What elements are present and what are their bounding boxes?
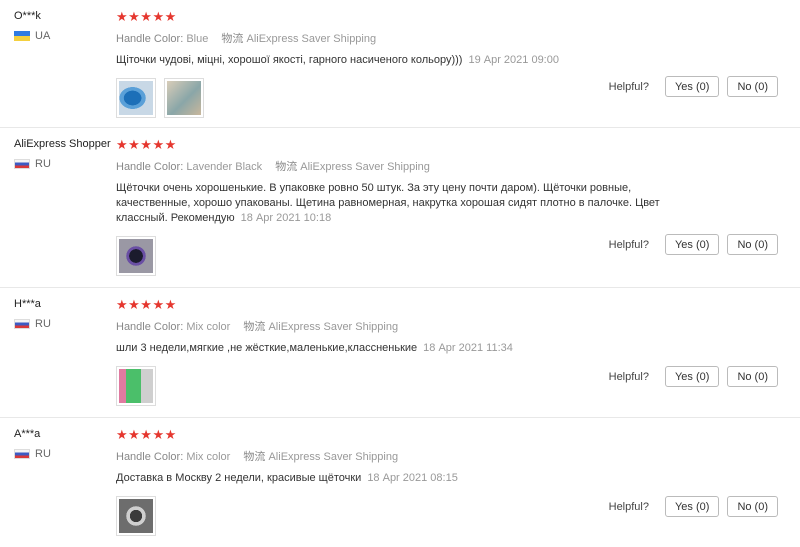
attr-value: Mix color	[186, 321, 231, 333]
helpful-no-button[interactable]: No (0)	[727, 76, 778, 97]
review-photos	[116, 236, 686, 276]
star-rating: ★★★★★	[116, 137, 177, 152]
helpful-controls: Helpful? Yes (0) No (0)	[609, 76, 778, 97]
shipping-value: AliExpress Saver Shipping	[246, 33, 377, 45]
attr-key: Handle Color:	[116, 33, 184, 45]
helpful-label: Helpful?	[608, 80, 649, 93]
review-photo[interactable]	[116, 236, 156, 276]
helpful-controls: Helpful? Yes (0) No (0)	[609, 496, 778, 517]
helpful-no-button[interactable]: No (0)	[727, 496, 778, 517]
review-attributes: Handle Color: Blue 物流 AliExpress Saver S…	[116, 30, 686, 46]
photo-image	[119, 369, 153, 403]
country-code: RU	[35, 448, 51, 460]
review-date: 18 Apr 2021 11:34	[423, 342, 513, 354]
reviewer-info: AliExpress Shopper RU	[14, 138, 114, 170]
reviewer-info: A***a RU	[14, 428, 114, 460]
review-photo[interactable]	[164, 78, 204, 118]
review-item: O***k UA ★★★★★ Handle Color: Blue 物流 Ali…	[0, 0, 800, 128]
review-photo[interactable]	[116, 366, 156, 406]
shipping-key: 物流	[243, 321, 266, 333]
review-attributes: Handle Color: Mix color 物流 AliExpress Sa…	[116, 448, 686, 464]
review-content: шли 3 недели,мягкие ,не жёсткие,маленьки…	[116, 342, 418, 354]
reviewer-name: O***k	[14, 10, 41, 22]
shipping-key: 物流	[243, 451, 266, 463]
review-date: 18 Apr 2021 10:18	[240, 212, 332, 224]
attr-key: Handle Color:	[116, 321, 184, 333]
review-text: Доставка в Москву 2 недели, красивые щёт…	[116, 471, 686, 486]
review-date: 18 Apr 2021 08:15	[367, 472, 458, 484]
review-body: ★★★★★ Handle Color: Mix color 物流 AliExpr…	[116, 298, 686, 406]
reviewer-country: RU	[14, 448, 114, 460]
review-text: Щіточки чудові, міцні, хорошої якості, г…	[116, 53, 686, 68]
attr-key: Handle Color:	[116, 161, 184, 173]
ru-flag-icon	[14, 449, 30, 459]
review-body: ★★★★★ Handle Color: Lavender Black 物流 Al…	[116, 138, 686, 276]
reviewer-name: A***a	[14, 428, 41, 440]
helpful-yes-button[interactable]: Yes (0)	[664, 496, 720, 517]
ru-flag-icon	[14, 159, 30, 169]
reviewer-info: H***a RU	[14, 298, 114, 330]
helpful-no-button[interactable]: No (0)	[727, 234, 778, 255]
reviewer-info: O***k UA	[14, 10, 114, 42]
review-content: Доставка в Москву 2 недели, красивые щёт…	[116, 472, 362, 484]
reviewer-country: RU	[14, 318, 114, 330]
reviewer-country: UA	[14, 30, 114, 42]
helpful-controls: Helpful? Yes (0) No (0)	[609, 366, 778, 387]
review-photo[interactable]	[116, 496, 156, 536]
review-photos	[116, 366, 686, 406]
helpful-label: Helpful?	[608, 500, 649, 513]
ru-flag-icon	[14, 319, 30, 329]
shipping-key: 物流	[221, 33, 244, 45]
review-photos	[116, 496, 686, 536]
shipping-key: 物流	[275, 161, 298, 173]
review-date: 19 Apr 2021 09:00	[468, 54, 559, 66]
star-rating: ★★★★★	[116, 297, 177, 312]
review-item: A***a RU ★★★★★ Handle Color: Mix color 物…	[0, 418, 800, 547]
photo-image	[119, 81, 153, 115]
photo-image	[167, 81, 201, 115]
review-attributes: Handle Color: Mix color 物流 AliExpress Sa…	[116, 318, 686, 334]
helpful-no-button[interactable]: No (0)	[727, 366, 778, 387]
photo-image	[119, 499, 153, 533]
reviewer-name: H***a	[14, 298, 41, 310]
shipping-value: AliExpress Saver Shipping	[268, 321, 399, 333]
review-content: Щіточки чудові, міцні, хорошої якості, г…	[116, 54, 463, 66]
attr-value: Mix color	[186, 451, 231, 463]
review-photo[interactable]	[116, 78, 156, 118]
country-code: UA	[35, 30, 51, 42]
attr-value: Lavender Black	[186, 161, 263, 173]
ua-flag-icon	[14, 31, 30, 41]
helpful-controls: Helpful? Yes (0) No (0)	[609, 234, 778, 255]
helpful-label: Helpful?	[608, 238, 649, 251]
helpful-label: Helpful?	[608, 370, 649, 383]
review-attributes: Handle Color: Lavender Black 物流 AliExpre…	[116, 158, 686, 174]
helpful-yes-button[interactable]: Yes (0)	[664, 76, 720, 97]
reviewer-country: RU	[14, 158, 114, 170]
country-code: RU	[35, 318, 51, 330]
star-rating: ★★★★★	[116, 9, 177, 24]
shipping-value: AliExpress Saver Shipping	[268, 451, 399, 463]
review-photos	[116, 78, 686, 118]
review-body: ★★★★★ Handle Color: Mix color 物流 AliExpr…	[116, 428, 686, 536]
attr-key: Handle Color:	[116, 451, 184, 463]
country-code: RU	[35, 158, 51, 170]
review-text: Щёточки очень хорошенькие. В упаковке ро…	[116, 181, 686, 226]
shipping-value: AliExpress Saver Shipping	[300, 161, 430, 173]
photo-image	[119, 239, 153, 273]
review-body: ★★★★★ Handle Color: Blue 物流 AliExpress S…	[116, 10, 686, 118]
helpful-yes-button[interactable]: Yes (0)	[664, 366, 720, 387]
helpful-yes-button[interactable]: Yes (0)	[664, 234, 720, 255]
review-text: шли 3 недели,мягкие ,не жёсткие,маленьки…	[116, 341, 686, 356]
attr-value: Blue	[186, 33, 209, 45]
review-content: Щёточки очень хорошенькие. В упаковке ро…	[116, 182, 660, 224]
review-item: AliExpress Shopper RU ★★★★★ Handle Color…	[0, 128, 800, 288]
reviewer-name: AliExpress Shopper	[14, 138, 111, 150]
star-rating: ★★★★★	[116, 427, 177, 442]
review-item: H***a RU ★★★★★ Handle Color: Mix color 物…	[0, 288, 800, 418]
